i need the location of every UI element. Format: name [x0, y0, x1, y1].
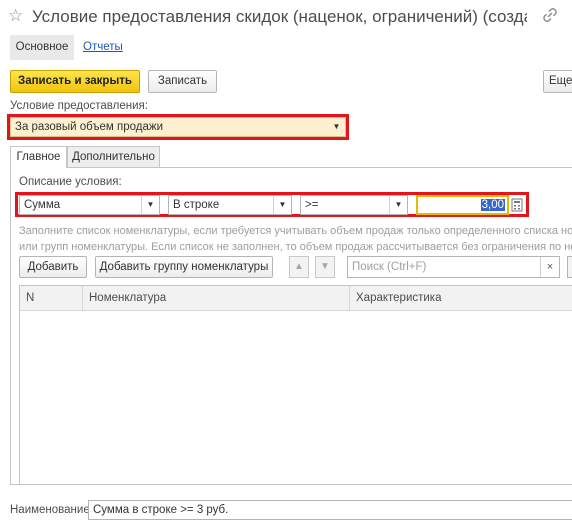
scope-select[interactable]: В строке ▼	[168, 195, 292, 215]
condition-value: За разовый объем продажи	[15, 121, 164, 133]
operator-value: >=	[305, 199, 319, 211]
name-field[interactable]: Сумма в строке >= 3 руб.	[88, 500, 572, 520]
amount-value: 3,00	[480, 199, 505, 211]
hint-text: Заполните список номенклатуры, если треб…	[19, 223, 572, 255]
condition-select[interactable]: За разовый объем продажи ▼	[10, 117, 346, 137]
save-button[interactable]: Записать	[148, 70, 217, 93]
amount-input[interactable]: 3,00	[416, 195, 509, 215]
description-label: Описание условия:	[19, 176, 122, 188]
tab-additional[interactable]: Дополнительно	[67, 146, 160, 167]
table-header: N Номенклатура Характеристика	[20, 286, 572, 311]
clear-search-icon[interactable]: ×	[540, 257, 559, 277]
nav-reports-link[interactable]: Отчеты	[83, 35, 123, 60]
nomenclature-table[interactable]: N Номенклатура Характеристика	[19, 285, 572, 485]
condition-label: Условие предоставления:	[10, 100, 148, 112]
add-button[interactable]: Добавить	[19, 256, 87, 278]
kind-value: Сумма	[24, 199, 61, 211]
hint-line-2: или групп номенклатуры. Если список не з…	[19, 241, 572, 253]
link-icon[interactable]	[541, 6, 559, 24]
scope-value: В строке	[173, 199, 220, 211]
calculator-icon[interactable]	[510, 197, 524, 213]
name-label: Наименование:	[10, 504, 93, 516]
search-input[interactable]: Поиск (Ctrl+F) ×	[347, 256, 560, 278]
window-title: Условие предоставления скидок (наценок, …	[32, 7, 527, 26]
column-header-nomenclature[interactable]: Номенклатура	[83, 286, 350, 310]
chevron-down-icon[interactable]: ▼	[328, 118, 345, 136]
kind-select[interactable]: Сумма ▼	[19, 195, 160, 215]
chevron-down-icon[interactable]: ▼	[273, 196, 291, 214]
more-button[interactable]: Еще	[543, 70, 572, 93]
move-up-icon[interactable]: ▲	[289, 256, 309, 278]
chevron-down-icon[interactable]: ▼	[389, 196, 407, 214]
search-options-button[interactable]	[567, 256, 572, 278]
chevron-down-icon[interactable]: ▼	[141, 196, 159, 214]
column-header-n[interactable]: N	[20, 286, 83, 310]
tab-main[interactable]: Главное	[10, 146, 67, 168]
save-and-close-button[interactable]: Записать и закрыть	[10, 70, 140, 93]
hint-line-1: Заполните список номенклатуры, если треб…	[19, 225, 572, 237]
favorite-star-icon[interactable]: ☆	[8, 6, 23, 26]
search-placeholder: Поиск (Ctrl+F)	[352, 261, 427, 273]
add-group-button[interactable]: Добавить группу номенклатуры	[95, 256, 273, 278]
move-down-icon[interactable]: ▼	[315, 256, 335, 278]
nav-main-tab[interactable]: Основное	[10, 35, 74, 60]
column-header-characteristic[interactable]: Характеристика	[350, 286, 572, 310]
operator-select[interactable]: >= ▼	[300, 195, 408, 215]
